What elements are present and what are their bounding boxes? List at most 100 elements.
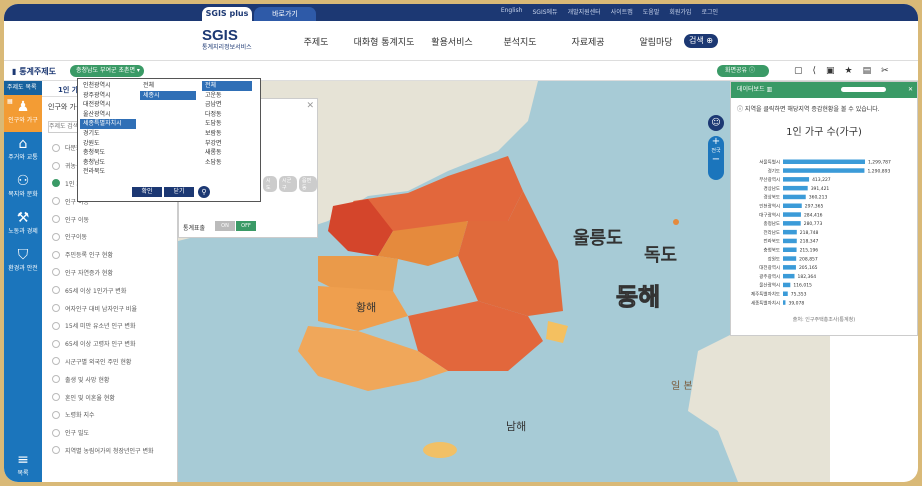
list-item[interactable]: 시군구별 외국인 주민 현황 [42, 353, 178, 371]
bar[interactable] [783, 282, 791, 288]
bar[interactable] [783, 177, 810, 182]
share-icon[interactable]: ⟨ [813, 66, 817, 76]
level-option[interactable]: 읍면동 [299, 176, 317, 192]
dropdown-option[interactable]: 울산광역시 [80, 110, 136, 120]
top-link[interactable]: 개발지원센터 [568, 7, 601, 16]
bar[interactable] [783, 203, 802, 209]
nav-item[interactable]: 대화형 통계지도 [350, 35, 418, 48]
list-item[interactable]: 65세 이상 1인가구 변화 [42, 281, 178, 299]
dropdown-option[interactable]: 전체 [202, 81, 252, 91]
dropdown-option[interactable]: 세종시 [140, 90, 196, 101]
dropdown-option[interactable]: 전체 [140, 81, 196, 91]
confirm-button[interactable]: 확인 [132, 187, 162, 197]
menu-button[interactable]: ≡ 목록 [4, 452, 42, 482]
bar[interactable] [783, 273, 795, 279]
dropdown-option[interactable]: 다정동 [202, 110, 252, 120]
sidebar-item[interactable]: ⚇ 복지와 문화 [4, 169, 42, 206]
region-ulsan[interactable] [546, 321, 568, 343]
sidebar-item[interactable]: ⛉ 환경과 안전 [4, 243, 42, 280]
region-selector[interactable]: 충청남도 부여군 초촌면 ▾ [70, 65, 144, 77]
close-icon[interactable]: ✕ [306, 101, 314, 111]
bar[interactable] [783, 168, 865, 173]
list-item[interactable]: 인구 자연증가 현황 [42, 264, 178, 282]
close-button[interactable]: 닫기 [164, 187, 194, 197]
search-button[interactable]: 검색 ⊕ [684, 34, 718, 48]
tab-sgis-plus[interactable]: SGIS plus [202, 7, 252, 21]
top-link[interactable]: 도움말 [643, 7, 660, 16]
dropdown-option[interactable]: 부강면 [202, 139, 252, 149]
toggle-on[interactable]: ON [215, 221, 235, 231]
emd-list[interactable]: 전체 고운동 금남면 다정동 도담동 보람동 부강면 새롬동 소담동 [202, 81, 252, 167]
bar[interactable] [783, 291, 788, 297]
list-item[interactable]: 15세 미만 유소년 인구 변화 [42, 317, 178, 335]
list-item[interactable]: 여자인구 대비 남자인구 비율 [42, 299, 178, 317]
dropdown-option[interactable]: 충청남도 [80, 158, 136, 168]
list-item[interactable]: 인구 이동 [42, 210, 178, 228]
dropdown-option[interactable]: 경기도 [80, 129, 136, 139]
bar[interactable] [783, 265, 796, 270]
zoom-out-icon[interactable]: − [708, 154, 724, 165]
top-link[interactable]: 회원가입 [669, 7, 691, 16]
minimize-bar-icon[interactable] [841, 87, 886, 92]
dropdown-option[interactable]: 광주광역시 [80, 91, 136, 101]
list-item[interactable]: 지역별 농림어가의 청장년인구 변화 [42, 442, 178, 460]
map-person-icon[interactable]: ☺ [708, 115, 724, 131]
nav-item[interactable]: 자료제공 [554, 35, 622, 48]
list-item[interactable]: 출생 및 사망 현황 [42, 370, 178, 388]
top-link[interactable]: 로그인 [701, 7, 718, 16]
bar[interactable] [783, 194, 806, 200]
level-option[interactable]: 시군구 [279, 176, 297, 192]
sido-list[interactable]: 인천광역시 광주광역시 대전광역시 울산광역시 세종특별자치시 경기도 강원도 충청북도 충청남… [80, 81, 136, 177]
region-jeju[interactable] [423, 442, 457, 458]
zoom-in-icon[interactable]: + [708, 136, 724, 147]
dropdown-option[interactable]: 소담동 [202, 158, 252, 168]
dropdown-option[interactable]: 보람동 [202, 129, 252, 139]
dropdown-option[interactable]: 도담동 [202, 119, 252, 129]
dropdown-option[interactable]: 새롬동 [202, 148, 252, 158]
nav-item[interactable]: 알림마당 [622, 35, 690, 48]
region-dropdown[interactable]: 인천광역시 광주광역시 대전광역시 울산광역시 세종특별자치시 경기도 강원도 충청북도 충청남… [77, 78, 261, 202]
top-link[interactable]: 사이트맵 [611, 7, 633, 16]
share-screen-button[interactable]: 화면공유 ⓘ [717, 65, 769, 77]
tab-shortcut[interactable]: 바로가기 [254, 7, 316, 21]
dropdown-option[interactable]: 금남면 [202, 100, 252, 110]
sidebar-item[interactable]: ⚒ 노동과 경제 [4, 206, 42, 243]
list-item[interactable]: 주민등록 인구 현황 [42, 246, 178, 264]
star-icon[interactable]: ★ [845, 66, 853, 76]
dropdown-option[interactable]: 세종특별자치시 [80, 119, 136, 129]
bar[interactable] [783, 300, 786, 305]
list-item[interactable]: 65세 이상 고령자 인구 변화 [42, 335, 178, 353]
bar[interactable] [783, 221, 801, 226]
bar[interactable] [783, 185, 808, 191]
level-option[interactable]: 시도 [263, 176, 277, 192]
bar[interactable] [783, 229, 797, 235]
dropdown-option[interactable]: 충청북도 [80, 148, 136, 158]
nav-item[interactable]: 분석지도 [486, 35, 554, 48]
bar[interactable] [783, 247, 797, 253]
dropdown-option[interactable]: 대전광역시 [80, 100, 136, 110]
bar[interactable] [783, 159, 865, 165]
bar[interactable] [783, 238, 797, 244]
dropdown-option[interactable]: 강원도 [80, 139, 136, 149]
top-link[interactable]: English [501, 7, 523, 16]
top-link[interactable]: SGIS에듀 [532, 7, 557, 16]
search-icon[interactable]: ⚲ [198, 186, 210, 198]
list-item[interactable]: 인구 밀도 [42, 424, 178, 442]
toggle-off[interactable]: OFF [236, 221, 256, 231]
capture-icon[interactable]: ▢ [794, 66, 803, 76]
tools-icon[interactable]: ✂ [881, 66, 889, 76]
image-icon[interactable]: ▣ [826, 66, 835, 76]
nav-item[interactable]: 주제도 [282, 35, 350, 48]
dropdown-option[interactable]: 전라북도 [80, 167, 136, 177]
dropdown-option[interactable]: 고운동 [202, 91, 252, 101]
bar[interactable] [783, 256, 797, 261]
zoom-control[interactable]: + 전국 − [708, 136, 724, 180]
list-item[interactable]: 노령화 지수 [42, 406, 178, 424]
list-item[interactable]: 혼인 및 이혼율 현황 [42, 388, 178, 406]
sgis-logo[interactable]: SGIS 통계지리정보서비스 [202, 27, 252, 51]
list-item[interactable]: 인구이동 [42, 228, 178, 246]
document-icon[interactable]: ▤ [863, 66, 872, 76]
sidebar-item[interactable]: ⌂ 주거와 교통 [4, 132, 42, 169]
dropdown-option[interactable]: 인천광역시 [80, 81, 136, 91]
sigungu-list[interactable]: 전체 세종시 [140, 81, 196, 101]
